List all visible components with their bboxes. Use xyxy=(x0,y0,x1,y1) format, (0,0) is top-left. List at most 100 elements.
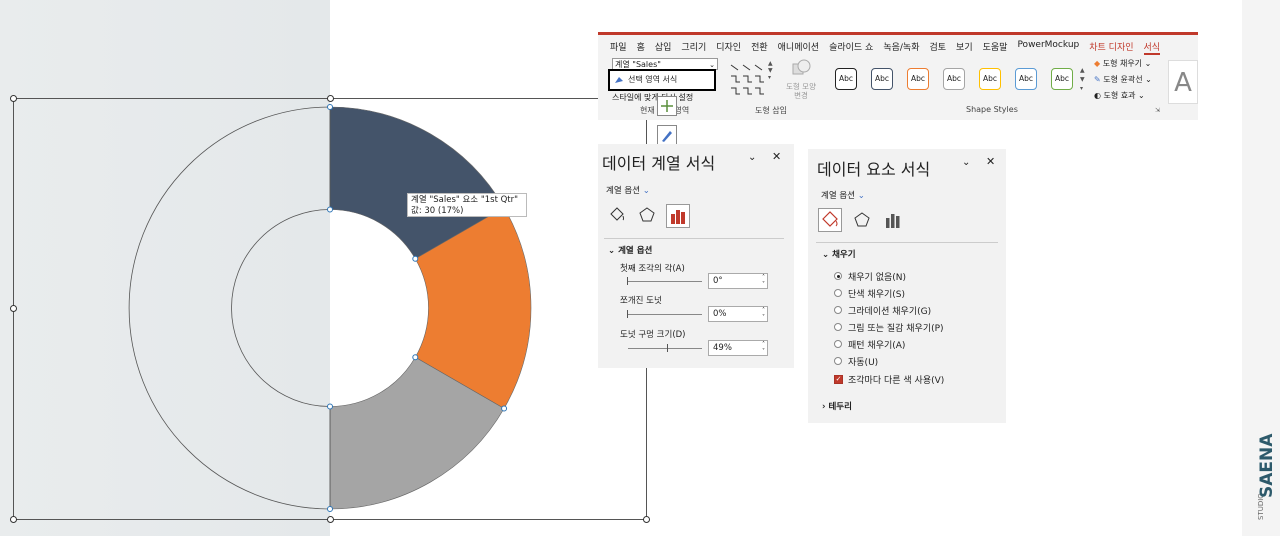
tab-7[interactable]: 슬라이드 쇼 xyxy=(829,40,873,55)
series-options-tab[interactable] xyxy=(666,204,690,228)
divider xyxy=(816,242,998,243)
fill-section[interactable]: ⌄ 채우기 xyxy=(822,248,856,260)
shape-effects-button[interactable]: ◐ 도형 효과 ⌄ xyxy=(1094,90,1145,101)
fill-option-radio-4[interactable] xyxy=(834,340,842,348)
fill-line-tab[interactable] xyxy=(608,206,626,228)
studio-saena-logo: STUDIO SAENA xyxy=(1252,430,1278,530)
resize-handle-w[interactable] xyxy=(10,305,17,312)
reset-to-match-style-button[interactable]: 스타일에 맞게 다시 설정 xyxy=(612,92,693,103)
resize-handle-n[interactable] xyxy=(327,95,334,102)
series-options-dropdown[interactable]: 계열 옵션 ⌄ xyxy=(606,184,650,196)
chevron-right-icon: › xyxy=(822,402,826,412)
chevron-down-icon: ⌄ xyxy=(642,186,650,196)
vary-colors-checkbox[interactable]: ✓ xyxy=(834,375,843,384)
chart-elements-float-button[interactable] xyxy=(657,96,677,116)
tab-1[interactable]: 홈 xyxy=(637,40,645,55)
resize-handle-nw[interactable] xyxy=(10,95,17,102)
hole-size-input[interactable]: 49% ˄ ˅ xyxy=(708,340,768,356)
border-section-label: 테두리 xyxy=(828,402,852,412)
change-shape-icon xyxy=(792,59,811,75)
styles-gallery-scroll[interactable]: ▲ ▼ ▾ xyxy=(1080,66,1088,98)
fill-option-label-2: 그라데이션 채우기(G) xyxy=(848,307,932,317)
shape-style-6[interactable]: Abc xyxy=(1051,68,1073,90)
tab-5[interactable]: 전환 xyxy=(751,40,768,55)
dialog-launcher-icon[interactable]: ⇲ xyxy=(1155,107,1160,114)
series-options-section-label: 계열 옵션 xyxy=(618,246,653,256)
tab-4[interactable]: 디자인 xyxy=(716,40,741,55)
shape-style-5[interactable]: Abc xyxy=(1015,68,1037,90)
shape-gallery-scroll[interactable]: ▲ ▼ ▾ xyxy=(768,60,776,100)
pentagon-icon xyxy=(639,207,655,222)
shape-style-0[interactable]: Abc xyxy=(835,68,857,90)
hole-size-slider[interactable] xyxy=(628,348,702,349)
panel-options-chevron-icon[interactable]: ⌄ xyxy=(748,152,756,163)
vary-colors-label: 조각마다 다른 색 사용(V) xyxy=(848,376,945,386)
explosion-value: 0% xyxy=(713,309,727,319)
series-panel-title: 데이터 계열 서식 xyxy=(602,154,716,173)
shape-styles-gallery: Abc Abc Abc Abc Abc Abc Abc xyxy=(835,68,1085,94)
shape-effects-icon: ◐ xyxy=(1094,91,1101,100)
format-selection-icon xyxy=(614,74,624,84)
close-icon[interactable]: ✕ xyxy=(772,150,781,163)
tab-11[interactable]: 도움말 xyxy=(983,40,1008,55)
tab-9[interactable]: 검토 xyxy=(929,40,946,55)
effects-tab[interactable] xyxy=(638,206,656,228)
change-shape-button[interactable]: 도형 모양 변경 xyxy=(786,58,816,100)
point-options-dropdown[interactable]: 계열 옵션 ⌄ xyxy=(821,189,865,201)
format-data-series-panel: 데이터 계열 서식 ⌄ ✕ 계열 옵션 ⌄ ⌄ 계열 옵션 첫째 조각의 각(A… xyxy=(598,144,794,368)
spinner-icon[interactable]: ˄ ˅ xyxy=(762,341,765,355)
tab-0[interactable]: 파일 xyxy=(610,40,627,55)
tab-6[interactable]: 애니메이션 xyxy=(778,40,819,55)
shape-outline-button[interactable]: ✎ 도형 윤곽선 ⌄ xyxy=(1094,74,1152,85)
fill-option-radio-2[interactable] xyxy=(834,306,842,314)
first-angle-value: 0° xyxy=(713,276,723,286)
tab-3[interactable]: 그리기 xyxy=(681,40,706,55)
resize-handle-sw[interactable] xyxy=(10,516,17,523)
shape-style-1[interactable]: Abc xyxy=(871,68,893,90)
fill-line-tab[interactable] xyxy=(818,208,842,232)
resize-handle-se[interactable] xyxy=(643,516,650,523)
shape-style-2[interactable]: Abc xyxy=(907,68,929,90)
chart-styles-float-button[interactable] xyxy=(657,125,677,145)
ribbon-tabs: 파일 홈 삽입 그리기 디자인 전환 애니메이션 슬라이드 쇼 녹음/녹화 검토 보기 도움말 Powe… xyxy=(598,35,1198,55)
explosion-slider-thumb[interactable] xyxy=(627,310,628,318)
pen-icon: ✎ xyxy=(1094,75,1101,84)
first-angle-slider[interactable] xyxy=(628,281,702,282)
tab-2[interactable]: 삽입 xyxy=(655,40,672,55)
chart-elements-value: 계열 "Sales" xyxy=(615,60,661,69)
fill-option-radio-5[interactable] xyxy=(834,357,842,365)
shape-style-3[interactable]: Abc xyxy=(943,68,965,90)
close-icon[interactable]: ✕ xyxy=(986,155,995,168)
change-shape-label: 도형 모양 변경 xyxy=(786,82,816,100)
fill-option-label-0: 채우기 없음(N) xyxy=(848,273,907,283)
panel-options-chevron-icon[interactable]: ⌄ xyxy=(962,157,970,168)
resize-handle-s[interactable] xyxy=(327,516,334,523)
shape-style-4[interactable]: Abc xyxy=(979,68,1001,90)
wordart-style-button[interactable]: A xyxy=(1168,60,1198,104)
chart-selection-frame[interactable] xyxy=(13,98,647,520)
fill-option-radio-0[interactable] xyxy=(834,272,842,280)
point-options-label: 계열 옵션 xyxy=(821,191,855,201)
fill-section-label: 채우기 xyxy=(832,250,856,260)
effects-tab[interactable] xyxy=(853,211,871,233)
first-angle-input[interactable]: 0° ˄ ˅ xyxy=(708,273,768,289)
hole-size-slider-thumb[interactable] xyxy=(667,344,668,352)
border-section[interactable]: › 테두리 xyxy=(822,400,852,412)
series-options-section[interactable]: ⌄ 계열 옵션 xyxy=(608,244,652,256)
brush-icon xyxy=(662,131,672,142)
tab-13[interactable]: 차트 디자인 xyxy=(1089,40,1133,55)
tab-12[interactable]: PowerMockup xyxy=(1017,40,1079,55)
tab-14[interactable]: 서식 xyxy=(1143,40,1161,55)
tab-8[interactable]: 녹음/녹화 xyxy=(883,40,919,55)
series-options-tab[interactable] xyxy=(884,211,902,233)
explosion-slider[interactable] xyxy=(628,314,702,315)
format-selection-button[interactable]: 선택 영역 서식 xyxy=(608,69,716,91)
fill-option-radio-1[interactable] xyxy=(834,289,842,297)
tab-10[interactable]: 보기 xyxy=(956,40,973,55)
fill-option-radio-3[interactable] xyxy=(834,323,842,331)
explosion-input[interactable]: 0% ˄ ˅ xyxy=(708,306,768,322)
first-angle-slider-thumb[interactable] xyxy=(627,277,628,285)
shape-fill-button[interactable]: ◆ 도형 채우기 ⌄ xyxy=(1094,58,1151,69)
spinner-icon[interactable]: ˄ ˅ xyxy=(762,307,765,321)
spinner-icon[interactable]: ˄ ˅ xyxy=(762,274,765,288)
